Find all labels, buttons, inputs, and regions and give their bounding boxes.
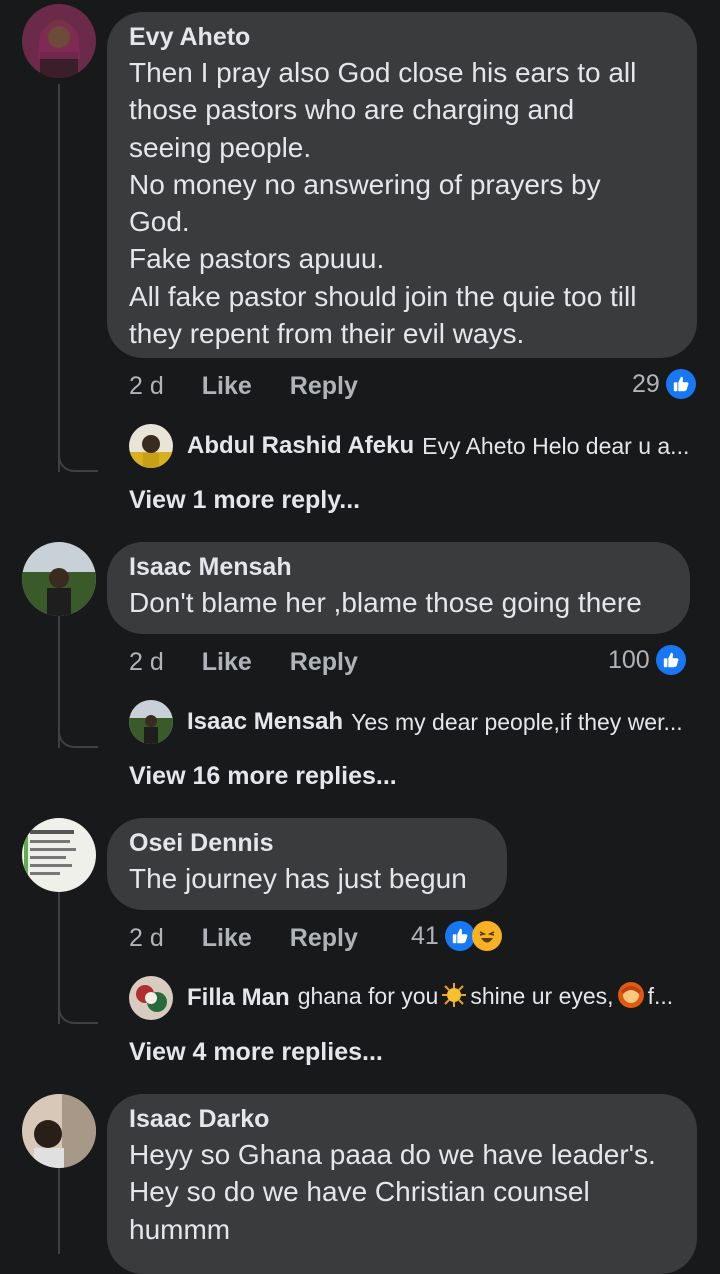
thread-line	[58, 84, 60, 472]
avatar-isaac-mensah-small[interactable]	[129, 700, 173, 744]
comment-time: 2 d	[129, 923, 164, 952]
reaction-count[interactable]: 100	[608, 642, 686, 678]
avatar-filla-man[interactable]	[129, 976, 173, 1020]
reply-button[interactable]: Reply	[290, 372, 358, 401]
reply-text-part: f...	[647, 983, 674, 1010]
like-reaction-icon	[444, 921, 475, 951]
reply-author[interactable]: Abdul Rashid Afeku	[187, 432, 414, 460]
comment-time: 2 d	[129, 371, 164, 400]
reply-text-part: ghana for you	[297, 983, 439, 1010]
view-more-replies[interactable]: View 1 more reply...	[129, 486, 360, 515]
reply-preview[interactable]: Isaac Mensah Yes my dear people,if they …	[129, 700, 699, 744]
comment-bubble: Osei Dennis The journey has just begun	[107, 818, 507, 910]
woman-emoji-icon	[617, 981, 645, 1015]
comment-author[interactable]: Osei Dennis	[129, 828, 485, 858]
reaction-count-value: 29	[632, 369, 660, 398]
thread-hook	[58, 448, 98, 472]
haha-reaction-icon	[471, 921, 502, 951]
reply-author[interactable]: Filla Man	[187, 984, 290, 1012]
thread-hook	[58, 724, 98, 748]
reaction-count[interactable]: 41	[411, 918, 502, 954]
sun-emoji-icon	[441, 982, 467, 1014]
view-more-replies[interactable]: View 16 more replies...	[129, 762, 397, 791]
view-more-replies[interactable]: View 4 more replies...	[129, 1038, 383, 1067]
avatar-osei-dennis[interactable]	[22, 818, 96, 892]
comment-text: The journey has just begun	[129, 863, 467, 894]
like-reaction-icon	[655, 645, 686, 675]
thread-line	[58, 1164, 60, 1254]
like-button[interactable]: Like	[202, 924, 252, 953]
comment-text: Heyy so Ghana paaa do we have leader's. …	[129, 1139, 656, 1245]
thread-hook	[58, 1000, 98, 1024]
comment-author[interactable]: Isaac Mensah	[129, 552, 668, 582]
comment-actions: 2 d Like Reply	[129, 644, 396, 680]
reply-text-part: shine ur eyes,	[470, 983, 614, 1010]
comment-bubble: Isaac Darko Heyy so Ghana paaa do we hav…	[107, 1094, 697, 1274]
like-button[interactable]: Like	[202, 372, 252, 401]
reply-text: ghana for you shine ur eyes, f...	[298, 981, 673, 1015]
avatar-abdul-rashid-afeku[interactable]	[129, 424, 173, 468]
comment-text: Don't blame her ,blame those going there	[129, 587, 642, 618]
comment-text: Then I pray also God close his ears to a…	[129, 57, 637, 350]
reply-button[interactable]: Reply	[290, 648, 358, 677]
reaction-count[interactable]: 29	[632, 366, 696, 402]
reply-preview[interactable]: Filla Man ghana for you shine ur eyes, f..…	[129, 976, 699, 1020]
like-reaction-icon	[665, 369, 696, 399]
reply-text: Evy Aheto Helo dear u a...	[422, 432, 690, 459]
avatar-isaac-darko[interactable]	[22, 1094, 96, 1168]
comment-author[interactable]: Evy Aheto	[129, 22, 675, 52]
comment-author[interactable]: Isaac Darko	[129, 1104, 675, 1134]
reaction-count-value: 100	[608, 645, 650, 674]
avatar-isaac-mensah[interactable]	[22, 542, 96, 616]
comment-actions: 2 d Like Reply	[129, 368, 396, 404]
comment-time: 2 d	[129, 647, 164, 676]
comment-actions: 2 d Like Reply	[129, 920, 396, 956]
avatar-evy-aheto[interactable]	[22, 4, 96, 78]
comment-bubble: Evy Aheto Then I pray also God close his…	[107, 12, 697, 358]
like-button[interactable]: Like	[202, 648, 252, 677]
reply-button[interactable]: Reply	[290, 924, 358, 953]
reply-text: Yes my dear people,if they wer...	[351, 708, 683, 735]
reaction-count-value: 41	[411, 921, 439, 950]
reply-preview[interactable]: Abdul Rashid Afeku Evy Aheto Helo dear u…	[129, 424, 699, 468]
comment-bubble: Isaac Mensah Don't blame her ,blame thos…	[107, 542, 690, 634]
reply-author[interactable]: Isaac Mensah	[187, 708, 343, 736]
